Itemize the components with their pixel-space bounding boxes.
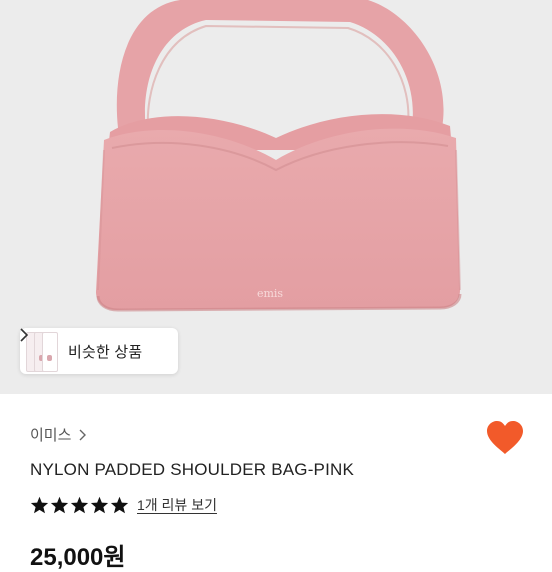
- rating-row: 1개 리뷰 보기: [30, 495, 217, 515]
- star-icon: [70, 496, 89, 514]
- star-icon: [110, 496, 129, 514]
- star-icon: [30, 496, 49, 514]
- review-link[interactable]: 1개 리뷰 보기: [137, 495, 217, 515]
- favorite-button[interactable]: [486, 421, 524, 460]
- similar-products-button[interactable]: 비슷한 상품: [20, 328, 178, 374]
- star-rating: [30, 496, 129, 514]
- thumbnail-3: [42, 332, 58, 372]
- product-image-area[interactable]: emis 비슷한 상품: [0, 0, 552, 394]
- heart-icon: [487, 421, 523, 454]
- product-title: NYLON PADDED SHOULDER BAG-PINK: [30, 460, 355, 479]
- star-icon: [90, 496, 109, 514]
- brand-name: 이미스: [30, 427, 72, 444]
- similar-products-label: 비슷한 상품: [68, 343, 143, 361]
- chevron-right-icon: [79, 429, 87, 441]
- similar-products-thumbnails: [24, 328, 60, 374]
- product-price: 25,000원: [30, 544, 126, 571]
- star-icon: [50, 496, 69, 514]
- brand-link[interactable]: 이미스: [30, 424, 87, 445]
- brand-logo-mark: emis: [257, 287, 283, 300]
